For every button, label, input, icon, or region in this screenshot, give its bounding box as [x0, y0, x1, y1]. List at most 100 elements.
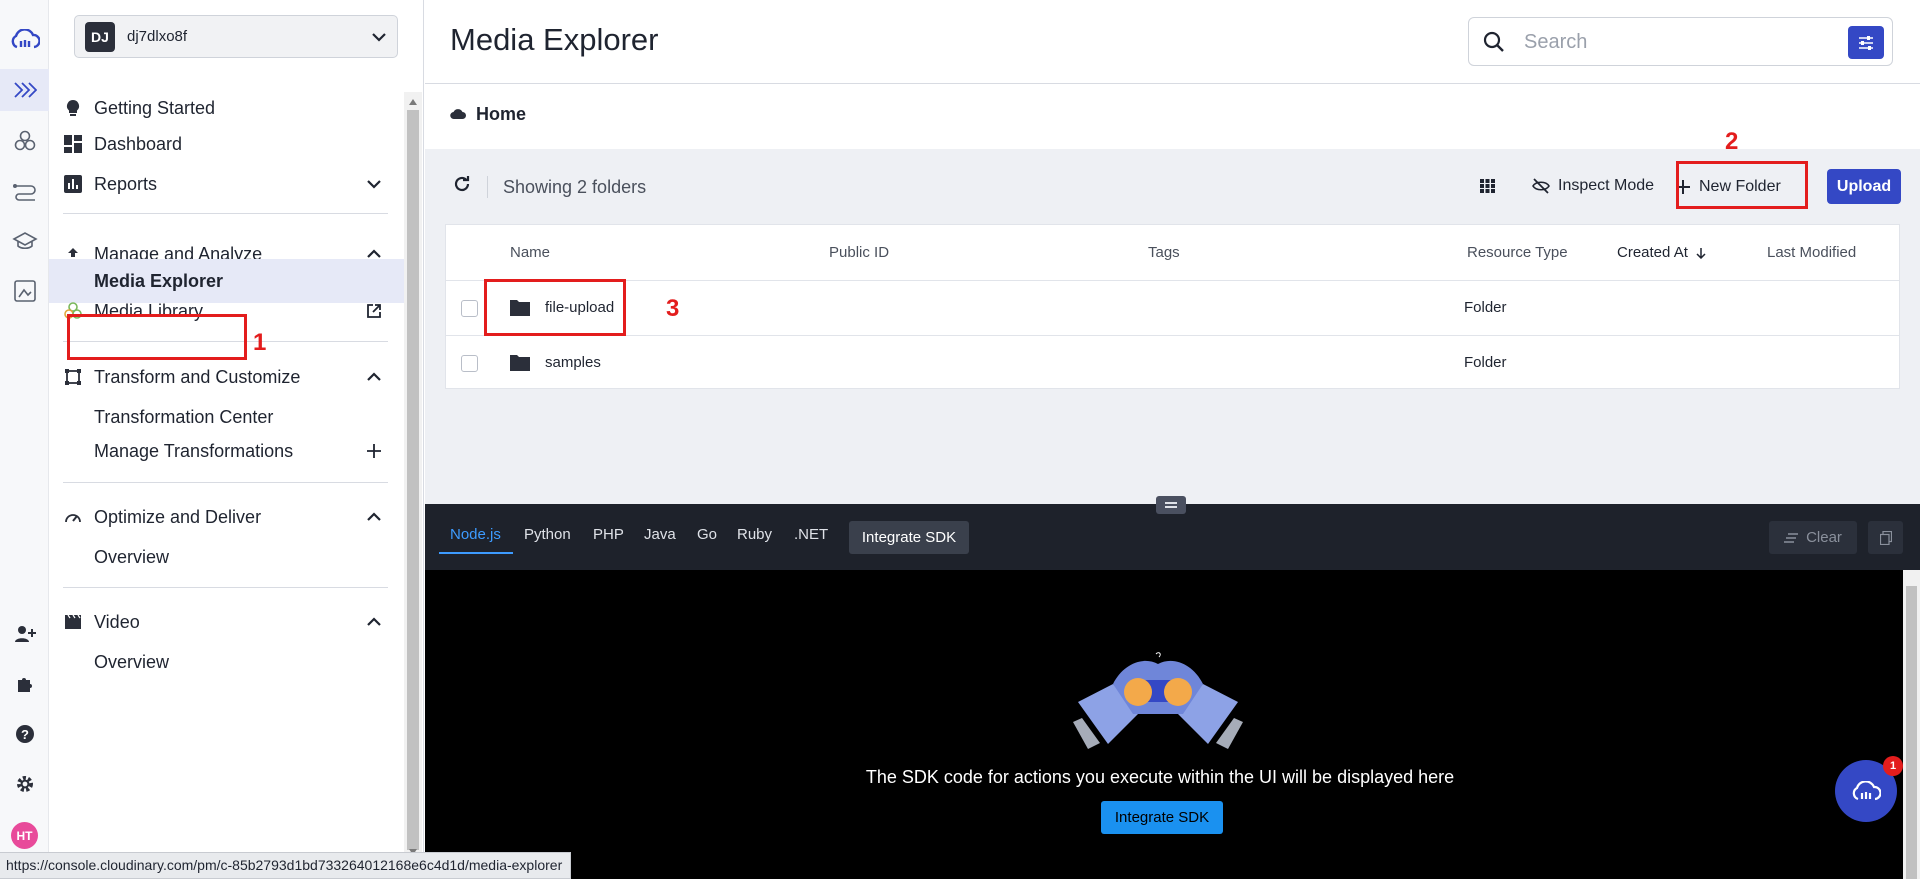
- lightbulb-icon: [63, 98, 83, 118]
- refresh-icon[interactable]: [453, 175, 471, 193]
- bar-chart-icon: [63, 174, 83, 194]
- grid-view-icon[interactable]: [1480, 179, 1495, 193]
- breadcrumb[interactable]: Home: [450, 104, 526, 125]
- tab-go[interactable]: Go: [697, 526, 717, 543]
- column-header-last-modified[interactable]: Last Modified: [1767, 225, 1856, 280]
- row-checkbox[interactable]: [461, 355, 478, 372]
- environment-name: dj7dlxo8f: [127, 28, 188, 45]
- table-row[interactable]: file-upload Folder: [446, 280, 1899, 335]
- product-environment-selector[interactable]: DJ dj7dlxo8f: [74, 15, 398, 58]
- main-area: Media Explorer Search Home Showing 2 fol…: [425, 0, 1920, 879]
- sliders-icon: [1859, 35, 1873, 50]
- resource-type: Folder: [1464, 354, 1507, 371]
- chevron-down-icon[interactable]: [364, 174, 384, 194]
- sidebar-divider: [63, 587, 388, 588]
- sidebar-divider: [63, 482, 388, 483]
- sidebar-item-optimize-overview[interactable]: Overview: [49, 537, 404, 577]
- media-flows-icon[interactable]: [0, 120, 49, 162]
- cloud-icon: [450, 109, 466, 120]
- video-clapper-icon: [63, 612, 83, 632]
- sidebar-item-optimize-and-deliver[interactable]: Optimize and Deliver: [49, 497, 404, 537]
- resource-type: Folder: [1464, 299, 1507, 316]
- tab-java[interactable]: Java: [644, 526, 676, 543]
- sidebar-item-dashboard[interactable]: Dashboard: [49, 124, 404, 164]
- search-input[interactable]: Search: [1524, 31, 1587, 54]
- environment-badge: DJ: [85, 21, 115, 52]
- external-link-icon[interactable]: [364, 301, 384, 321]
- chevron-up-icon[interactable]: [364, 507, 384, 527]
- addons-puzzle-icon[interactable]: [0, 663, 49, 705]
- tab-nodejs[interactable]: Node.js: [450, 526, 501, 543]
- annotation-box-1: [67, 314, 247, 360]
- support-chat-button[interactable]: 1: [1835, 756, 1903, 822]
- tab-php[interactable]: PHP: [593, 526, 624, 543]
- column-header-tags[interactable]: Tags: [1148, 225, 1180, 280]
- inspect-mode-toggle[interactable]: Inspect Mode: [1532, 177, 1654, 195]
- invite-user-icon[interactable]: [0, 613, 49, 655]
- annotation-number-1: 1: [253, 329, 267, 356]
- tab-dotnet[interactable]: .NET: [794, 526, 828, 543]
- transform-crop-icon: [63, 367, 83, 387]
- sidebar-item-label: Media Explorer: [94, 270, 224, 291]
- cloudinary-logo-icon[interactable]: [0, 18, 49, 60]
- folder-icon: [510, 355, 530, 371]
- sidebar-item-getting-started[interactable]: Getting Started: [49, 88, 404, 128]
- sidebar-divider: [63, 213, 388, 214]
- sidebar-item-video[interactable]: Video: [49, 602, 404, 642]
- row-checkbox[interactable]: [461, 300, 478, 317]
- scrollbar-thumb[interactable]: [407, 110, 419, 850]
- sidebar-scrollbar[interactable]: [404, 92, 422, 862]
- breadcrumb-home[interactable]: Home: [476, 104, 526, 125]
- clear-label: Clear: [1806, 529, 1842, 546]
- sidebar-item-label: Manage Transformations: [94, 440, 294, 461]
- scroll-up-arrow-icon[interactable]: [409, 99, 417, 105]
- column-header-name[interactable]: Name: [510, 225, 550, 280]
- clear-lines-icon: [1784, 532, 1799, 543]
- integrate-sdk-button[interactable]: Integrate SDK: [1101, 801, 1223, 834]
- settings-gear-icon[interactable]: [0, 763, 49, 805]
- chevron-up-icon[interactable]: [364, 612, 384, 632]
- clear-button[interactable]: Clear: [1769, 521, 1857, 554]
- inspect-mode-label: Inspect Mode: [1558, 177, 1655, 194]
- sort-down-arrow-icon: [1696, 247, 1706, 259]
- dashboard-icon: [63, 134, 83, 154]
- upload-button[interactable]: Upload: [1827, 169, 1901, 204]
- learning-icon[interactable]: [0, 220, 49, 262]
- sidebar-item-video-overview[interactable]: Overview: [49, 642, 404, 682]
- page-title: Media Explorer: [450, 22, 659, 57]
- sdk-scrollbar[interactable]: [1903, 570, 1920, 879]
- column-header-resource-type[interactable]: Resource Type: [1467, 225, 1568, 280]
- folder-name[interactable]: samples: [545, 354, 601, 371]
- annotation-box-3: [484, 279, 626, 336]
- assets-icon[interactable]: [0, 69, 49, 111]
- copy-icon: [1879, 530, 1892, 545]
- sidebar-item-reports[interactable]: Reports: [49, 164, 404, 204]
- svg-text:?: ?: [21, 727, 29, 742]
- plus-icon[interactable]: [364, 441, 384, 461]
- sidebar-item-transform-and-customize[interactable]: Transform and Customize: [49, 357, 404, 397]
- integrate-sdk-tab-button[interactable]: Integrate SDK: [849, 521, 969, 554]
- sidebar-item-label: Video: [94, 611, 140, 632]
- icon-rail: ? HT: [0, 0, 49, 879]
- column-header-public-id[interactable]: Public ID: [829, 225, 889, 280]
- column-header-created-at[interactable]: Created At: [1617, 225, 1706, 280]
- sidebar-item-label: Transformation Center: [94, 406, 274, 427]
- scrollbar-thumb[interactable]: [1906, 586, 1917, 879]
- user-avatar[interactable]: HT: [11, 822, 38, 849]
- chevron-up-icon[interactable]: [364, 367, 384, 387]
- created-at-label: Created At: [1617, 244, 1688, 261]
- search-box[interactable]: Search: [1468, 17, 1893, 66]
- workflows-icon[interactable]: [0, 170, 49, 212]
- table-row[interactable]: samples Folder: [446, 335, 1899, 390]
- help-icon[interactable]: ?: [0, 713, 49, 755]
- image-editor-icon[interactable]: [0, 270, 49, 312]
- tab-ruby[interactable]: Ruby: [737, 526, 772, 543]
- tab-python[interactable]: Python: [524, 526, 571, 543]
- panel-resize-handle[interactable]: [1156, 496, 1186, 514]
- sidebar-item-manage-transformations[interactable]: Manage Transformations: [49, 431, 404, 471]
- sidebar-item-label: Dashboard: [94, 133, 183, 154]
- copy-button[interactable]: [1868, 521, 1903, 554]
- search-filter-button[interactable]: [1848, 26, 1884, 59]
- sidebar-item-label: Reports: [94, 173, 158, 194]
- search-icon: [1483, 31, 1504, 52]
